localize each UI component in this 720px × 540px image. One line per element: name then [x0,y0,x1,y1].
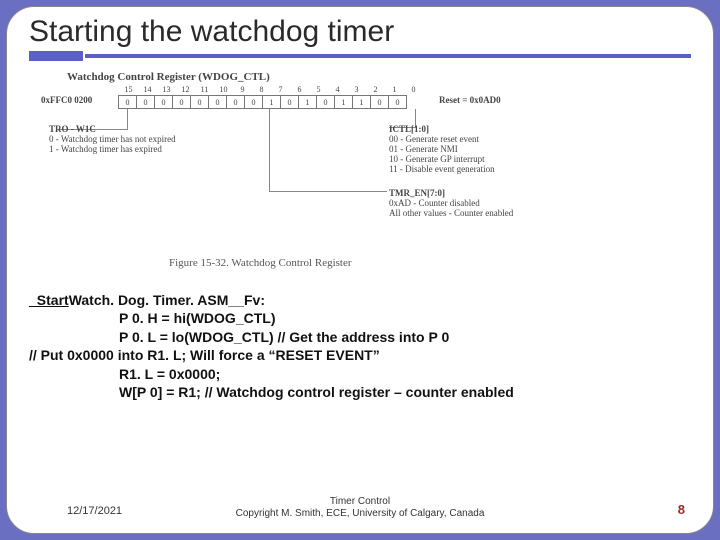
bit-number: 6 [290,85,309,94]
bit-cell: 0 [154,95,173,109]
code-line-2: P 0. H = hi(WDOG_CTL) [29,309,691,327]
bit-cell: 0 [208,95,227,109]
bit-number: 9 [233,85,252,94]
code-line-6: W[P 0] = R1; // Watchdog control registe… [29,383,691,401]
bit-number: 11 [195,85,214,94]
bit-number: 3 [347,85,366,94]
bit-number: 15 [119,85,138,94]
code-line-4: // Put 0x0000 into R1. L; Will force a “… [29,346,691,364]
bit-number: 2 [366,85,385,94]
tro-field: TRO - W1C 0 - Watchdog timer has not exp… [49,125,199,155]
slide-title: Starting the watchdog timer [29,15,691,49]
bit-number: 0 [404,85,423,94]
code-line-1: _StartWatch. Dog. Timer. ASM__Fv: [29,291,691,309]
bit-values: 0000000010101100 [119,95,407,109]
footer-center: Timer Control Copyright M. Smith, ECE, U… [7,496,713,519]
bit-cell: 0 [226,95,245,109]
bit-number: 8 [252,85,271,94]
tmr-en-field: TMR_EN[7:0] 0xAD - Counter disabled All … [389,189,529,219]
register-title: Watchdog Control Register (WDOG_CTL) [67,71,270,83]
slide-footer: 12/17/2021 Timer Control Copyright M. Sm… [7,493,713,521]
bit-cell: 0 [370,95,389,109]
bit-number: 12 [176,85,195,94]
bit-number: 1 [385,85,404,94]
bit-cell: 0 [172,95,191,109]
bit-number: 4 [328,85,347,94]
bit-cell: 0 [244,95,263,109]
bit-cell: 1 [334,95,353,109]
bit-cell: 1 [352,95,371,109]
bit-cell: 0 [316,95,335,109]
slide-card: Starting the watchdog timer Watchdog Con… [6,6,714,534]
bit-number: 10 [214,85,233,94]
bit-cell: 0 [280,95,299,109]
bit-number: 13 [157,85,176,94]
bit-number: 14 [138,85,157,94]
bit-cell: 1 [298,95,317,109]
reset-value: Reset = 0x0AD0 [439,95,501,105]
bit-cell: 0 [136,95,155,109]
bit-cell: 1 [262,95,281,109]
page-number: 8 [678,502,685,517]
register-diagram: Watchdog Control Register (WDOG_CTL) 0xF… [59,69,517,269]
title-rule [29,51,691,63]
code-line-3: P 0. L = lo(WDOG_CTL) // Get the address… [29,328,691,346]
bit-number: 5 [309,85,328,94]
bit-numbers: 1514131211109876543210 [119,85,429,94]
bit-cell: 0 [190,95,209,109]
figure-caption: Figure 15-32. Watchdog Control Register [169,257,352,269]
bit-number: 7 [271,85,290,94]
bit-cell: 0 [388,95,407,109]
code-block: _StartWatch. Dog. Timer. ASM__Fv: P 0. H… [29,291,691,402]
ictl-field: ICTL[1:0] 00 - Generate reset event 01 -… [389,125,519,174]
bit-cell: 0 [118,95,137,109]
register-address: 0xFFC0 0200 [41,95,92,105]
code-line-5: R1. L = 0x0000; [29,365,691,383]
